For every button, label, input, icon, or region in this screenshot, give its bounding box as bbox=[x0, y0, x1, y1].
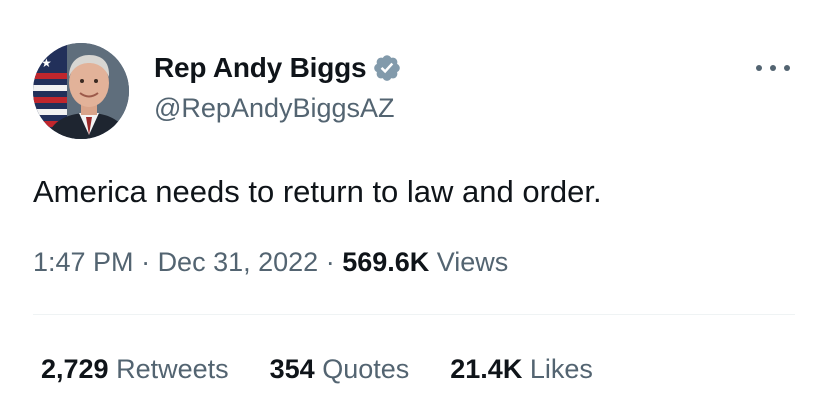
views-label: Views bbox=[429, 247, 509, 277]
retweets-label: Retweets bbox=[108, 354, 229, 384]
dot bbox=[784, 65, 790, 71]
views-count: 569.6K bbox=[342, 247, 430, 277]
divider bbox=[33, 314, 795, 315]
dot bbox=[770, 65, 776, 71]
author-name-row: Rep Andy Biggs bbox=[154, 52, 402, 84]
quotes-label: Quotes bbox=[314, 354, 410, 384]
dot bbox=[756, 65, 762, 71]
likes-count: 21.4K bbox=[450, 354, 523, 384]
verified-badge-icon[interactable] bbox=[372, 53, 402, 83]
tweet-text: America needs to return to law and order… bbox=[33, 174, 602, 209]
retweets-count: 2,729 bbox=[41, 354, 109, 384]
tweet-time[interactable]: 1:47 PM bbox=[33, 247, 134, 277]
meta-separator: · bbox=[133, 247, 158, 277]
quotes-count: 354 bbox=[269, 354, 315, 384]
display-name[interactable]: Rep Andy Biggs bbox=[154, 52, 367, 84]
retweets-link[interactable]: 2,729 Retweets bbox=[41, 352, 229, 386]
tweet-card: ★ Rep Andy Biggs @RepAndyBiggsAZ America… bbox=[0, 0, 828, 414]
likes-label: Likes bbox=[522, 354, 593, 384]
user-handle[interactable]: @RepAndyBiggsAZ bbox=[154, 92, 395, 124]
avatar-photo: ★ bbox=[33, 43, 129, 139]
meta-separator: · bbox=[318, 247, 343, 277]
more-options-icon[interactable] bbox=[756, 58, 790, 78]
tweet-date[interactable]: Dec 31, 2022 bbox=[158, 247, 319, 277]
likes-link[interactable]: 21.4K Likes bbox=[450, 352, 593, 386]
engagement-stats: 2,729 Retweets 354 Quotes 21.4K Likes bbox=[41, 352, 634, 386]
avatar[interactable]: ★ bbox=[33, 43, 129, 139]
quotes-link[interactable]: 354 Quotes bbox=[270, 352, 410, 386]
svg-text:★: ★ bbox=[41, 56, 52, 70]
tweet-meta: 1:47 PM · Dec 31, 2022 · 569.6K Views bbox=[33, 245, 508, 279]
